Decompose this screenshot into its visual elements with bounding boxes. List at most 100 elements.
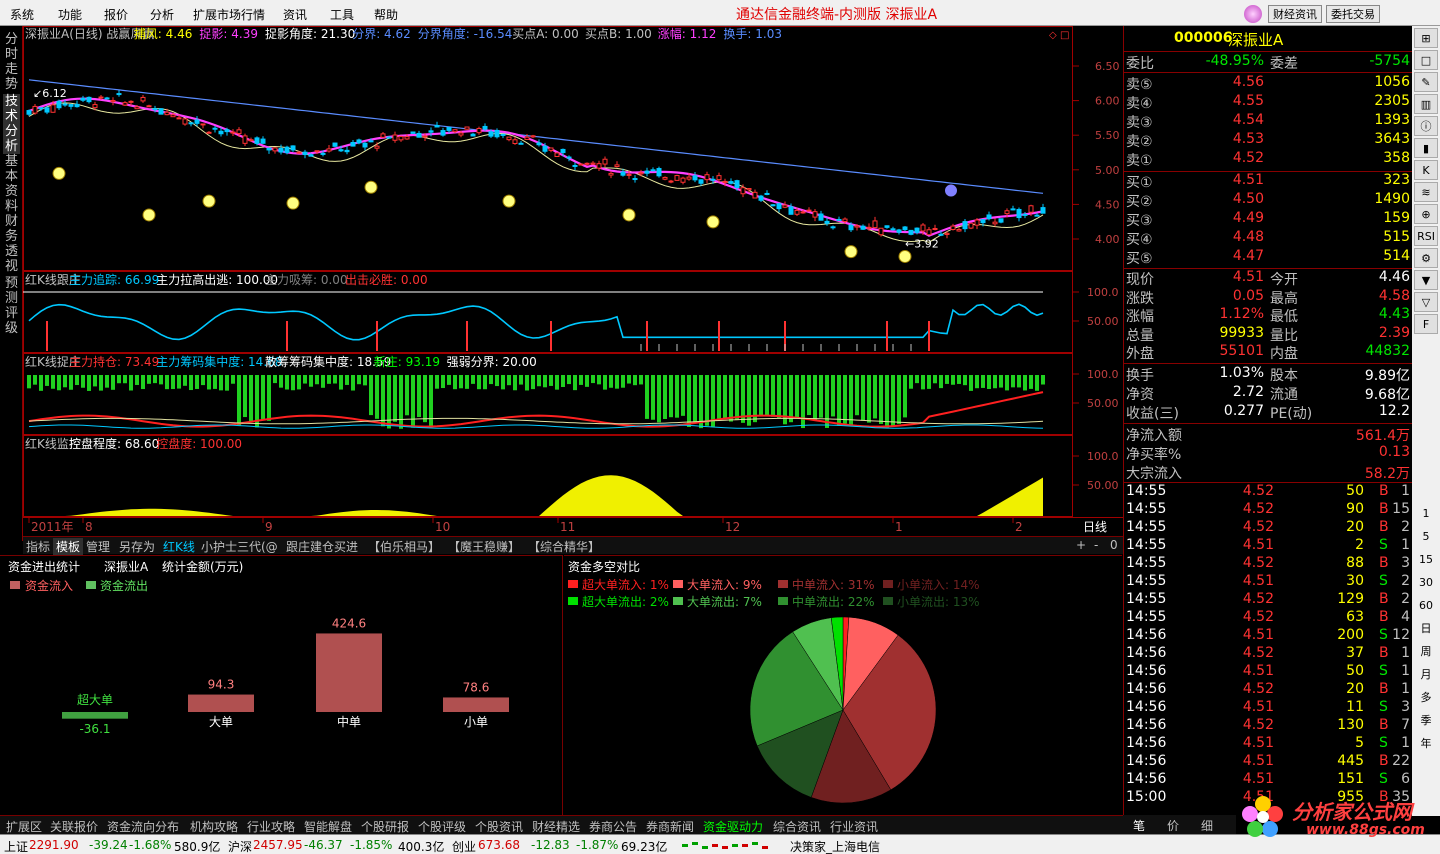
period-btn-3[interactable]: 30 (1414, 573, 1438, 593)
period-btn-6[interactable]: 周 (1414, 642, 1438, 662)
new-dealer-bar (981, 375, 985, 388)
zoom-in-button[interactable]: + (1073, 538, 1089, 552)
tick-tab-2[interactable]: 细 (1201, 817, 1213, 834)
func-btn-1[interactable]: 关联报价 (50, 818, 98, 835)
menu-analysis[interactable]: 分析 (150, 6, 174, 23)
tick-volume: 11 (1346, 699, 1364, 715)
func-btn-6[interactable]: 个股研报 (361, 818, 409, 835)
menu-quote[interactable]: 报价 (104, 6, 128, 23)
tab-bole[interactable]: 【伯乐相马】 (365, 538, 443, 555)
candle-body (722, 180, 728, 183)
func-btn-11[interactable]: 券商新闻 (646, 818, 694, 835)
func-btn-0[interactable]: 扩展区 (6, 818, 42, 835)
new-dealer-bar (1035, 375, 1039, 391)
tab-manage[interactable]: 管理 (83, 538, 113, 555)
func-btn-5[interactable]: 智能解盘 (304, 818, 352, 835)
main-force-track-line (28, 303, 1044, 341)
new-dealer-bar (987, 375, 991, 389)
new-dealer-bar (327, 375, 331, 384)
ind-icon[interactable]: ≋ (1414, 182, 1438, 202)
func-btn-2[interactable]: 资金流向分布 (107, 818, 179, 835)
tab-timeshare[interactable]: 分时走势 (3, 32, 20, 92)
tab-red-k-line[interactable]: 红K线 (160, 538, 198, 555)
zoom-icon[interactable]: ⊕ (1414, 204, 1438, 224)
bar-chart-icon[interactable]: ▥ (1414, 94, 1438, 114)
kline-icon[interactable]: K (1414, 160, 1438, 180)
rsi-icon[interactable]: RSI (1414, 226, 1438, 246)
func-btn-7[interactable]: 个股评级 (418, 818, 466, 835)
tab-financials[interactable]: 财务透视 (3, 214, 20, 274)
tab-template[interactable]: 模板 (53, 538, 84, 555)
func-btn-10[interactable]: 券商公告 (589, 818, 637, 835)
tab-composite[interactable]: 【综合精华】 (525, 538, 603, 555)
period-btn-7[interactable]: 月 (1414, 665, 1438, 685)
period-label[interactable]: 日线 (1083, 520, 1107, 534)
period-btn-4[interactable]: 60 (1414, 596, 1438, 616)
func-btn-9[interactable]: 财经精选 (532, 818, 580, 835)
tab-indicator[interactable]: 指标 (23, 538, 53, 555)
ask-price: 4.56 (1232, 74, 1264, 90)
tool-icon[interactable]: ⊞ (1414, 28, 1438, 48)
period-btn-10[interactable]: 年 (1414, 734, 1438, 754)
down-icon[interactable]: ▼ (1414, 270, 1438, 290)
ft-icon[interactable]: F (1414, 314, 1438, 334)
period-btn-2[interactable]: 15 (1414, 550, 1438, 570)
candle-body (932, 228, 938, 231)
gear-icon[interactable]: ⚙ (1414, 248, 1438, 268)
candle-icon[interactable]: ▮ (1414, 138, 1438, 158)
tab-nurse[interactable]: 小护士三代(@ (198, 538, 281, 555)
tab-fundamentals[interactable]: 基本资料 (3, 154, 20, 214)
control-degree-area (29, 475, 1043, 516)
zoom-reset-button[interactable]: 0 (1107, 538, 1121, 552)
menu-help[interactable]: 帮助 (374, 6, 398, 23)
candle-body (866, 226, 872, 229)
menu-system[interactable]: 系统 (10, 6, 34, 23)
tick-tab-1[interactable]: 价 (1167, 817, 1179, 834)
tab-follow-build[interactable]: 跟庄建仓买进 (283, 538, 361, 555)
tab-save-as[interactable]: 另存为 (116, 538, 158, 555)
tab-technical[interactable]: 技术分析 (3, 94, 20, 154)
candle-body (290, 145, 296, 151)
tick-tab-0[interactable]: 笔 (1133, 817, 1145, 834)
tab-rating[interactable]: 预测评级 (3, 276, 20, 336)
func-btn-3[interactable]: 机构攻略 (190, 818, 238, 835)
menu-function[interactable]: 功能 (58, 6, 82, 23)
menu-tools[interactable]: 工具 (330, 6, 354, 23)
finance-news-button[interactable]: 财经资讯 (1268, 5, 1322, 23)
fund-bar-2 (316, 633, 382, 712)
func-btn-12[interactable]: 资金驱动力 (703, 818, 763, 835)
period-btn-1[interactable]: 5 (1414, 527, 1438, 547)
info-icon[interactable]: ⓘ (1414, 116, 1438, 136)
candle-body (410, 131, 416, 134)
fullscreen-icon[interactable]: □ (1414, 50, 1438, 70)
menu-news[interactable]: 资讯 (283, 6, 307, 23)
func-btn-13[interactable]: 综合资讯 (773, 818, 821, 835)
main-header-item-9: 换手: 1.03 (723, 27, 782, 41)
new-dealer-bar (837, 375, 841, 426)
zoom-out-button[interactable]: - (1091, 538, 1101, 552)
period-btn-8[interactable]: 多 (1414, 688, 1438, 708)
func-btn-8[interactable]: 个股资讯 (475, 818, 523, 835)
new-dealer-bar (813, 375, 817, 421)
period-btn-9[interactable]: 季 (1414, 711, 1438, 731)
tab-mowang[interactable]: 【魔王稳赚】 (445, 538, 523, 555)
down2-icon[interactable]: ▽ (1414, 292, 1438, 312)
trade-button[interactable]: 委托交易 (1326, 5, 1380, 23)
func-btn-14[interactable]: 行业资讯 (830, 818, 878, 835)
kline-chart[interactable]: 深振业A(日线) 战赢风赢捕风: 4.46 捉影: 4.39 捉影角度: 21.30… (23, 26, 1123, 536)
candle-body (452, 129, 458, 133)
period-btn-5[interactable]: 日 (1414, 619, 1438, 639)
pen-icon[interactable]: ✎ (1414, 72, 1438, 92)
smiley-icon (52, 166, 66, 180)
candle-body (422, 135, 428, 138)
menu-extended-market[interactable]: 扩展市场行情 (193, 6, 265, 23)
price-tick-5: 4.00 (1095, 233, 1120, 246)
new-dealer-bar (897, 375, 901, 424)
candle-body (716, 175, 722, 181)
close-chart-icon[interactable]: □ (1060, 30, 1069, 41)
tick-row-0: 14:55 4.52 50 B 1 (1124, 483, 1412, 502)
func-btn-4[interactable]: 行业攻略 (247, 818, 295, 835)
panel2-header-item-2: 主力拉高出逃: 100.00 (156, 272, 278, 287)
period-btn-0[interactable]: 1 (1414, 504, 1438, 524)
new-dealer-bar (603, 375, 607, 390)
